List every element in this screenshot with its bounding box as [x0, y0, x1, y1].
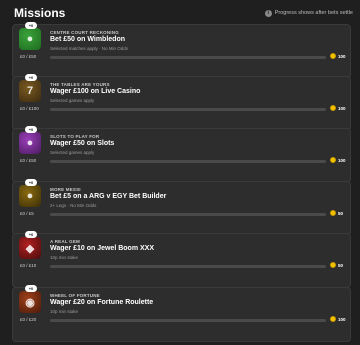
mission-name: Wager £10 on Jewel Boom XXX — [50, 245, 154, 252]
missions-header: Missions i Progress shows after bets set… — [0, 0, 360, 20]
mission-thumbnail-icon: ● — [26, 190, 34, 202]
mission-conditions: 10p min stake — [50, 255, 79, 260]
mission-reward: 100 — [330, 157, 346, 163]
mission-badge: +0 — [25, 231, 37, 238]
mission-thumbnail: ● — [19, 28, 41, 50]
mission-thumbnail-icon: 7 — [26, 85, 34, 97]
mission-reward: 100 — [330, 53, 346, 59]
mission-name: Bet £5 on a ARG v EGY Bet Builder — [50, 193, 167, 200]
mission-name: Wager £20 on Fortune Roulette — [50, 299, 154, 306]
mission-reward: 50 — [330, 210, 343, 216]
mission-badge: +0 — [25, 74, 37, 81]
mission-progress-bar — [50, 56, 326, 59]
mission-reward-amount: 50 — [338, 262, 344, 268]
mission-progress-bar — [50, 160, 326, 163]
mission-card[interactable]: +0 ● CENTRE COURT RECKONING Bet £50 on W… — [12, 22, 351, 79]
mission-badge: +0 — [25, 285, 37, 292]
mission-category: THE TABLES ARE YOURS — [50, 82, 110, 87]
mission-name: Bet £50 on Wimbledon — [50, 36, 126, 43]
mission-thumbnail: ◉ — [19, 291, 41, 313]
coin-icon — [330, 210, 336, 216]
mission-name: Wager £100 on Live Casino — [50, 88, 141, 95]
mission-progress-text: £0 / £5 — [20, 211, 34, 216]
mission-thumbnail: ● — [19, 185, 41, 207]
mission-card[interactable]: +0 ● SLOTS TO PLAY FOR Wager £50 on Slot… — [12, 126, 351, 183]
mission-category: CENTRE COURT RECKONING — [50, 30, 119, 35]
mission-badge: +0 — [25, 179, 37, 186]
mission-card[interactable]: +0 ◆ A REAL GEM Wager £10 on Jewel Boom … — [12, 231, 351, 288]
mission-badge: +0 — [25, 126, 37, 133]
mission-thumbnail-icon: ◆ — [25, 242, 35, 255]
mission-progress-bar — [50, 319, 326, 322]
mission-thumbnail-icon: ◉ — [25, 296, 35, 309]
mission-conditions: Selected matches apply · No Min Odds — [50, 46, 129, 51]
mission-thumbnail: ● — [19, 132, 41, 154]
coin-icon — [330, 316, 336, 322]
mission-thumbnail-icon: ● — [26, 137, 34, 149]
mission-badge: +0 — [25, 22, 37, 29]
coin-icon — [330, 157, 336, 163]
mission-conditions: 2+ Legs · No Min Odds — [50, 203, 97, 208]
mission-progress-text: £0 / £100 — [20, 106, 39, 111]
mission-conditions: Selected games apply — [50, 150, 95, 155]
coin-icon — [330, 53, 336, 59]
mission-reward-amount: 100 — [338, 105, 346, 111]
mission-category: MORE MESSI — [50, 187, 81, 192]
mission-category: SLOTS TO PLAY FOR — [50, 134, 100, 139]
mission-conditions: 10p min stake — [50, 309, 79, 314]
mission-thumbnail: 7 — [19, 80, 41, 102]
mission-reward: 100 — [330, 316, 346, 322]
mission-reward-amount: 100 — [338, 53, 346, 59]
mission-conditions: Selected games apply — [50, 98, 95, 103]
mission-reward-amount: 100 — [338, 157, 346, 163]
coin-icon — [330, 105, 336, 111]
mission-card[interactable]: +0 7 THE TABLES ARE YOURS Wager £100 on … — [12, 74, 351, 131]
mission-name: Wager £50 on Slots — [50, 140, 115, 147]
mission-reward: 50 — [330, 262, 343, 268]
info-icon: i — [264, 9, 272, 17]
mission-category: A REAL GEM — [50, 239, 81, 244]
mission-progress-text: £0 / £20 — [20, 317, 37, 322]
mission-progress-text: £0 / £10 — [20, 263, 37, 268]
page-title: Missions — [14, 6, 66, 20]
mission-progress-text: £0 / £50 — [20, 54, 37, 59]
mission-progress-bar — [50, 213, 326, 216]
mission-thumbnail-icon: ● — [26, 33, 34, 45]
progress-note-text: Progress shows after bets settle — [274, 10, 353, 16]
mission-reward-amount: 100 — [338, 316, 346, 322]
mission-progress-text: £0 / £50 — [20, 158, 37, 163]
mission-thumbnail: ◆ — [19, 237, 41, 259]
progress-note: i Progress shows after bets settle — [264, 9, 353, 17]
mission-card[interactable]: +0 ● MORE MESSI Bet £5 on a ARG v EGY Be… — [12, 179, 351, 236]
mission-reward-amount: 50 — [338, 210, 344, 216]
mission-progress-bar — [50, 108, 326, 111]
coin-icon — [330, 262, 336, 268]
mission-reward: 100 — [330, 105, 346, 111]
mission-category: WHEEL OF FORTUNE — [50, 293, 100, 298]
mission-progress-bar — [50, 265, 326, 268]
mission-card[interactable]: +0 ◉ WHEEL OF FORTUNE Wager £20 on Fortu… — [12, 285, 351, 342]
